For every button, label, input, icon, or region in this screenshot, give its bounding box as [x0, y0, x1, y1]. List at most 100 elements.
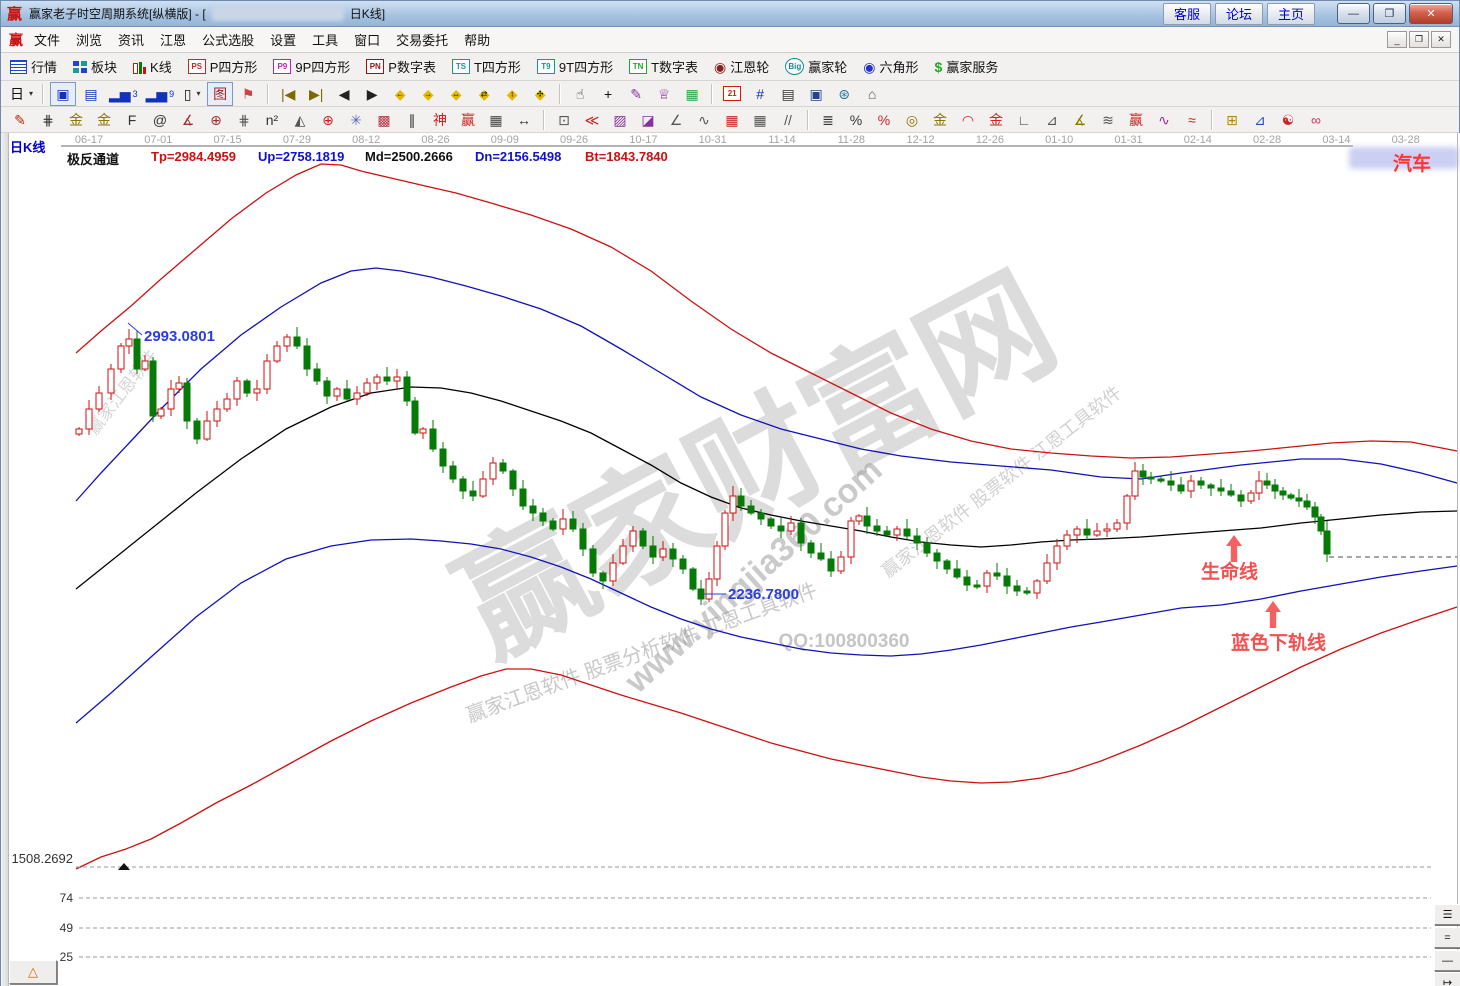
kline-button[interactable]: K线 [130, 55, 175, 79]
t-square-button[interactable]: TST四方形 [449, 55, 524, 79]
win-tool-button[interactable]: 赢 [455, 108, 481, 132]
maximize-button[interactable]: ❐ [1373, 3, 1406, 24]
sectors-button[interactable]: 板块 [70, 55, 120, 79]
black-grid-button[interactable]: ▦ [747, 108, 773, 132]
p-square-button[interactable]: PSP四方形 [185, 55, 261, 79]
pan-right-button[interactable]: ◆→ [415, 82, 441, 106]
menu-browse[interactable]: 浏览 [68, 27, 110, 52]
grid-panel-button[interactable]: ⊞ [1219, 108, 1245, 132]
home-button[interactable]: 主页 [1267, 3, 1315, 25]
volume-flag-button[interactable]: ⚑ [235, 82, 261, 106]
gold-angle-button[interactable]: ∡ [1067, 108, 1093, 132]
zigzag-button[interactable]: ∿ [691, 108, 717, 132]
price-arc-button[interactable]: ◠ [955, 108, 981, 132]
gold-ratio-button[interactable]: 金 [63, 108, 89, 132]
compress-x-button[interactable]: ◆⇄ [471, 82, 497, 106]
period-day-dropdown[interactable]: 日▾ [7, 82, 36, 106]
menu-trade[interactable]: 交易委托 [388, 27, 456, 52]
band-tool-button[interactable]: ∿ [1151, 108, 1177, 132]
mdi-close-button[interactable]: ✕ [1431, 31, 1451, 48]
gold-circle-button[interactable]: ◎ [899, 108, 925, 132]
speed-fan-button[interactable]: ≪ [579, 108, 605, 132]
nine-p-square-button[interactable]: P99P四方形 [270, 55, 353, 79]
nine-t-square-button[interactable]: T99T四方形 [534, 55, 616, 79]
angle-j-button[interactable]: ∟ [1011, 108, 1037, 132]
three-pane-button[interactable]: ☰ [1434, 904, 1460, 925]
half-grid-button[interactable]: ◪ [635, 108, 661, 132]
gann-box-button[interactable]: ▩ [371, 108, 397, 132]
win-box-button[interactable]: 赢 [1123, 108, 1149, 132]
minimize-button[interactable]: — [1337, 3, 1370, 24]
speed-line-button[interactable]: ≋ [1095, 108, 1121, 132]
two-pane-button[interactable]: = [1434, 927, 1460, 948]
quotes-button[interactable]: 行情 [7, 55, 60, 79]
red-grid-button[interactable]: ▦ [719, 108, 745, 132]
percent-button[interactable]: % [843, 108, 869, 132]
infinity-button[interactable]: ∞ [1303, 108, 1329, 132]
theme-button[interactable]: ♕ [651, 82, 677, 106]
menu-gann[interactable]: 江恩 [152, 27, 194, 52]
mdi-minimize-button[interactable]: _ [1387, 31, 1407, 48]
window-layout-button[interactable]: ▣ [50, 82, 76, 106]
taiji-button[interactable]: ☯ [1275, 108, 1301, 132]
grid-style-button[interactable]: ▦ [679, 82, 705, 106]
diag-grid-button[interactable]: ▨ [607, 108, 633, 132]
pen-tool-button[interactable]: ✎ [7, 108, 33, 132]
hexagon-button[interactable]: ◉六角形 [860, 55, 921, 79]
mini-trend-button[interactable]: ⊿ [1247, 108, 1273, 132]
fib-f-button[interactable]: F [119, 108, 145, 132]
forum-button[interactable]: 论坛 [1215, 3, 1263, 25]
menu-stock-picker[interactable]: 公式选股 [194, 27, 262, 52]
info-panel-button[interactable]: ▤ [78, 82, 104, 106]
menu-settings[interactable]: 设置 [262, 27, 304, 52]
gann-wheel-button[interactable]: ◉江恩轮 [711, 55, 772, 79]
gold-bar-button[interactable]: 金 [927, 108, 953, 132]
expand-y-button[interactable]: ◆↕ [499, 82, 525, 106]
gold-ratio2-button[interactable]: 金 [91, 108, 117, 132]
spiral-button[interactable]: @ [147, 108, 173, 132]
expand-panel-button[interactable]: △ [9, 960, 57, 984]
radial-lines-button[interactable]: ✳ [343, 108, 369, 132]
dense-grid-button[interactable]: ▦ [483, 108, 509, 132]
chart-canvas[interactable]: 2993.08012236.7800生命线蓝色下轨线1508.269274492… [1, 133, 1460, 986]
download-button[interactable]: ⊛ [831, 82, 857, 106]
gann-target-button[interactable]: ⊕ [315, 108, 341, 132]
three-chart-button[interactable]: ▂▅3 [106, 82, 141, 106]
menu-news[interactable]: 资讯 [110, 27, 152, 52]
prev-page-button[interactable]: ◀ [331, 82, 357, 106]
angle-f-button[interactable]: ⊿ [1039, 108, 1065, 132]
candle-style-dropdown[interactable]: ▯▾ [179, 82, 205, 106]
angle-compass-button[interactable]: ∡ [175, 108, 201, 132]
circle-compass-button[interactable]: ⊕ [203, 108, 229, 132]
winner-wheel-button[interactable]: Big赢家轮 [782, 55, 850, 79]
menu-tools[interactable]: 工具 [304, 27, 346, 52]
wave-count-button[interactable]: ≈ [1179, 108, 1205, 132]
trend-line-button[interactable]: ∠ [663, 108, 689, 132]
width-measure-button[interactable]: ↔ [511, 108, 537, 132]
last-page-button[interactable]: ▶| [303, 82, 329, 106]
compress-y-button[interactable]: ◆✣ [527, 82, 553, 106]
notes-button[interactable]: ▤ [775, 82, 801, 106]
one-pane-button[interactable]: — [1434, 950, 1460, 971]
menu-window[interactable]: 窗口 [346, 27, 388, 52]
close-button[interactable]: ✕ [1409, 3, 1453, 24]
splitter-button[interactable]: ↦ [1434, 972, 1460, 986]
menu-help[interactable]: 帮助 [456, 27, 498, 52]
time-comb-button[interactable]: ⋕ [35, 108, 61, 132]
n-square-button[interactable]: n² [259, 108, 285, 132]
customer-service-button[interactable]: 客服 [1163, 3, 1211, 25]
first-page-button[interactable]: |◀ [275, 82, 301, 106]
winner-service-button[interactable]: $赢家服务 [932, 55, 1002, 79]
trade-cart-button[interactable]: ⌂ [859, 82, 885, 106]
calculator-button[interactable]: # [747, 82, 773, 106]
calendar-button[interactable]: 21 [719, 82, 745, 106]
next-page-button[interactable]: ▶ [359, 82, 385, 106]
hand-tool-button[interactable]: ☝ [567, 82, 593, 106]
percent-levels-button[interactable]: ≣ [815, 108, 841, 132]
pattern-window-button[interactable]: 图 [207, 82, 233, 106]
shen-tool-button[interactable]: 神 [427, 108, 453, 132]
mdi-restore-button[interactable]: ❐ [1409, 31, 1429, 48]
menu-file[interactable]: 文件 [26, 27, 68, 52]
cycle-comb-button[interactable]: ⋕ [231, 108, 257, 132]
p-table-button[interactable]: PNP数字表 [363, 55, 439, 79]
